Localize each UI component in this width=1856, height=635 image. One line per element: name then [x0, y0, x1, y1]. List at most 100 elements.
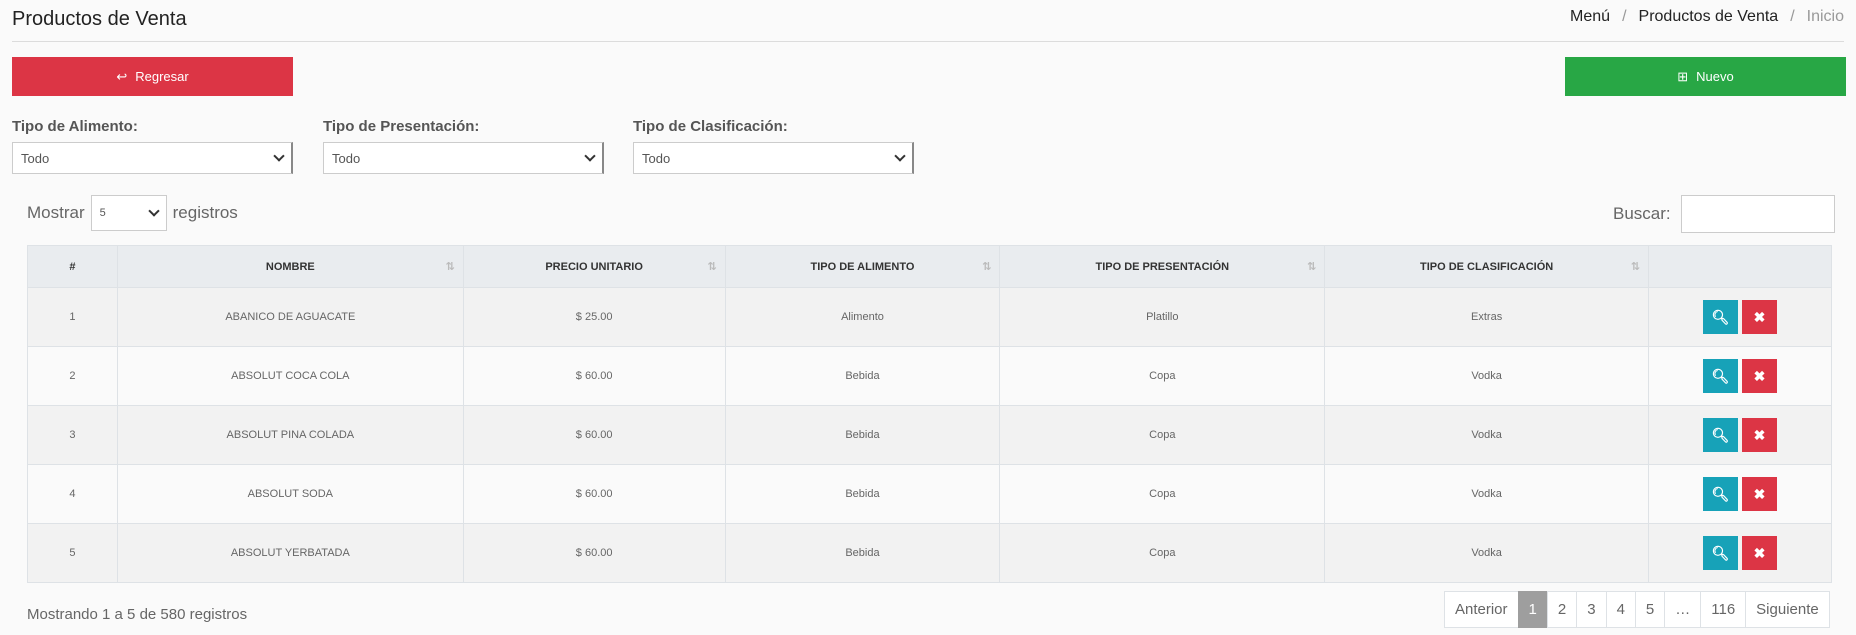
length-prefix: Mostrar — [27, 203, 85, 222]
cell-tipo-presentacion: Platillo — [999, 287, 1326, 347]
cell-tipo-clasificacion: Vodka — [1324, 346, 1650, 406]
plus-square-icon: ⊞ — [1677, 68, 1689, 84]
page-title: Productos de Venta — [12, 8, 187, 30]
breadcrumb-productos[interactable]: Productos de Venta — [1639, 8, 1779, 26]
cell-tipo-clasificacion: Vodka — [1324, 405, 1650, 465]
length-value: 5 — [99, 207, 106, 219]
cell-nombre: ABSOLUT COCA COLA — [116, 346, 464, 406]
cell-precio: $ 60.00 — [462, 346, 726, 406]
page-ellipsis: … — [1664, 591, 1702, 628]
table-row: 1 ABANICO DE AGUACATE $ 25.00 Alimento P… — [27, 287, 1832, 347]
tipo-presentacion-select[interactable]: Todo — [323, 142, 604, 174]
breadcrumb-separator: / — [1790, 8, 1795, 25]
back-button[interactable]: ↩ Regresar — [12, 57, 293, 96]
chevron-down-icon — [273, 150, 285, 162]
new-button-label: Nuevo — [1696, 69, 1734, 84]
cell-number: 2 — [27, 346, 118, 406]
delete-button[interactable]: ✖ — [1742, 300, 1777, 334]
cell-tipo-alimento: Alimento — [724, 287, 1001, 347]
cell-tipo-clasificacion: Vodka — [1324, 464, 1650, 524]
cell-precio: $ 60.00 — [462, 405, 726, 465]
table-row: 3 ABSOLUT PINA COLADA $ 60.00 Bebida Cop… — [27, 405, 1832, 465]
column-header-actions — [1648, 245, 1832, 288]
delete-button[interactable]: ✖ — [1742, 477, 1777, 511]
search-icon: 🔍︎ — [1711, 308, 1730, 325]
view-button[interactable]: 🔍︎ — [1703, 536, 1738, 570]
cell-tipo-presentacion: Copa — [999, 346, 1326, 406]
tipo-alimento-select[interactable]: Todo — [12, 142, 293, 174]
page-previous[interactable]: Anterior — [1444, 591, 1519, 628]
length-control: Mostrar 5 registros — [27, 195, 238, 231]
page-116[interactable]: 116 — [1700, 591, 1747, 628]
delete-button[interactable]: ✖ — [1742, 359, 1777, 393]
sort-icon: ⇅ — [445, 261, 455, 273]
page-next[interactable]: Siguiente — [1745, 591, 1830, 628]
cell-actions: 🔍︎ ✖ — [1648, 346, 1832, 406]
reply-icon: ↩ — [116, 68, 128, 84]
column-header-tipo-presentacion[interactable]: TIPO DE PRESENTACIÓN ⇅ — [999, 245, 1326, 288]
cell-number: 5 — [27, 523, 118, 583]
column-header-tipo-alimento[interactable]: TIPO DE ALIMENTO ⇅ — [724, 245, 1001, 288]
select-value: Todo — [21, 150, 50, 166]
sort-icon: ⇅ — [707, 261, 717, 273]
breadcrumb-menu[interactable]: Menú — [1570, 8, 1610, 26]
column-header-nombre[interactable]: NOMBRE ⇅ — [116, 245, 464, 288]
back-button-label: Regresar — [135, 69, 189, 84]
filter-label: Tipo de Presentación: — [323, 118, 480, 135]
cell-actions: 🔍︎ ✖ — [1648, 464, 1832, 524]
sort-icon: ⇅ — [1630, 261, 1641, 273]
search-icon: 🔍︎ — [1711, 544, 1730, 561]
pagination: Anterior 1 2 3 4 5 … 116 Siguiente — [1444, 591, 1830, 628]
page-1[interactable]: 1 — [1517, 591, 1548, 628]
view-button[interactable]: 🔍︎ — [1703, 300, 1738, 334]
cell-tipo-presentacion: Copa — [999, 523, 1326, 583]
cell-tipo-presentacion: Copa — [999, 464, 1326, 524]
cell-number: 4 — [27, 464, 118, 524]
sort-icon: ⇅ — [982, 261, 992, 273]
cell-actions: 🔍︎ ✖ — [1648, 405, 1832, 465]
cell-tipo-alimento: Bebida — [724, 405, 1001, 465]
page-2[interactable]: 2 — [1546, 591, 1578, 628]
cell-nombre: ABSOLUT PINA COLADA — [116, 405, 464, 465]
cell-precio: $ 60.00 — [462, 523, 726, 583]
table-row: 2 ABSOLUT COCA COLA $ 60.00 Bebida Copa … — [27, 346, 1832, 406]
search-label: Buscar: — [1613, 204, 1671, 223]
cell-tipo-alimento: Bebida — [724, 346, 1001, 406]
cell-number: 3 — [27, 405, 118, 465]
length-suffix: registros — [172, 203, 238, 222]
filter-label: Tipo de Alimento: — [12, 118, 138, 135]
sort-icon: ⇅ — [1306, 261, 1317, 273]
search-control: Buscar: — [1613, 195, 1835, 233]
close-icon: ✖ — [1753, 367, 1766, 384]
delete-button[interactable]: ✖ — [1742, 418, 1777, 452]
cell-tipo-alimento: Bebida — [724, 523, 1001, 583]
close-icon: ✖ — [1753, 544, 1766, 561]
column-header-number[interactable]: # — [27, 245, 118, 288]
close-icon: ✖ — [1753, 485, 1766, 502]
search-icon: 🔍︎ — [1711, 485, 1730, 502]
filter-tipo-alimento: Tipo de Alimento: Todo — [12, 118, 293, 174]
delete-button[interactable]: ✖ — [1742, 536, 1777, 570]
length-select[interactable]: 5 — [90, 195, 167, 231]
cell-precio: $ 25.00 — [462, 287, 726, 347]
cell-nombre: ABSOLUT SODA — [116, 464, 464, 524]
search-input[interactable] — [1680, 195, 1835, 233]
column-header-precio[interactable]: PRECIO UNITARIO ⇅ — [462, 245, 726, 288]
breadcrumb-separator: / — [1622, 8, 1627, 25]
view-button[interactable]: 🔍︎ — [1703, 418, 1738, 452]
cell-tipo-alimento: Bebida — [724, 464, 1001, 524]
close-icon: ✖ — [1753, 308, 1766, 325]
search-icon: 🔍︎ — [1711, 367, 1730, 384]
view-button[interactable]: 🔍︎ — [1703, 359, 1738, 393]
page-5[interactable]: 5 — [1634, 591, 1666, 628]
new-button[interactable]: ⊞ Nuevo — [1565, 57, 1846, 96]
tipo-clasificacion-select[interactable]: Todo — [633, 142, 914, 174]
cell-actions: 🔍︎ ✖ — [1648, 523, 1832, 583]
column-header-tipo-clasificacion[interactable]: TIPO DE CLASIFICACIÓN ⇅ — [1324, 245, 1650, 288]
breadcrumb: Menú / Productos de Venta / Inicio — [1570, 8, 1844, 26]
view-button[interactable]: 🔍︎ — [1703, 477, 1738, 511]
cell-tipo-presentacion: Copa — [999, 405, 1326, 465]
table-header-row: # NOMBRE ⇅ PRECIO UNITARIO ⇅ TIPO DE ALIME… — [27, 245, 1832, 288]
page-3[interactable]: 3 — [1576, 591, 1607, 628]
page-4[interactable]: 4 — [1605, 591, 1636, 628]
